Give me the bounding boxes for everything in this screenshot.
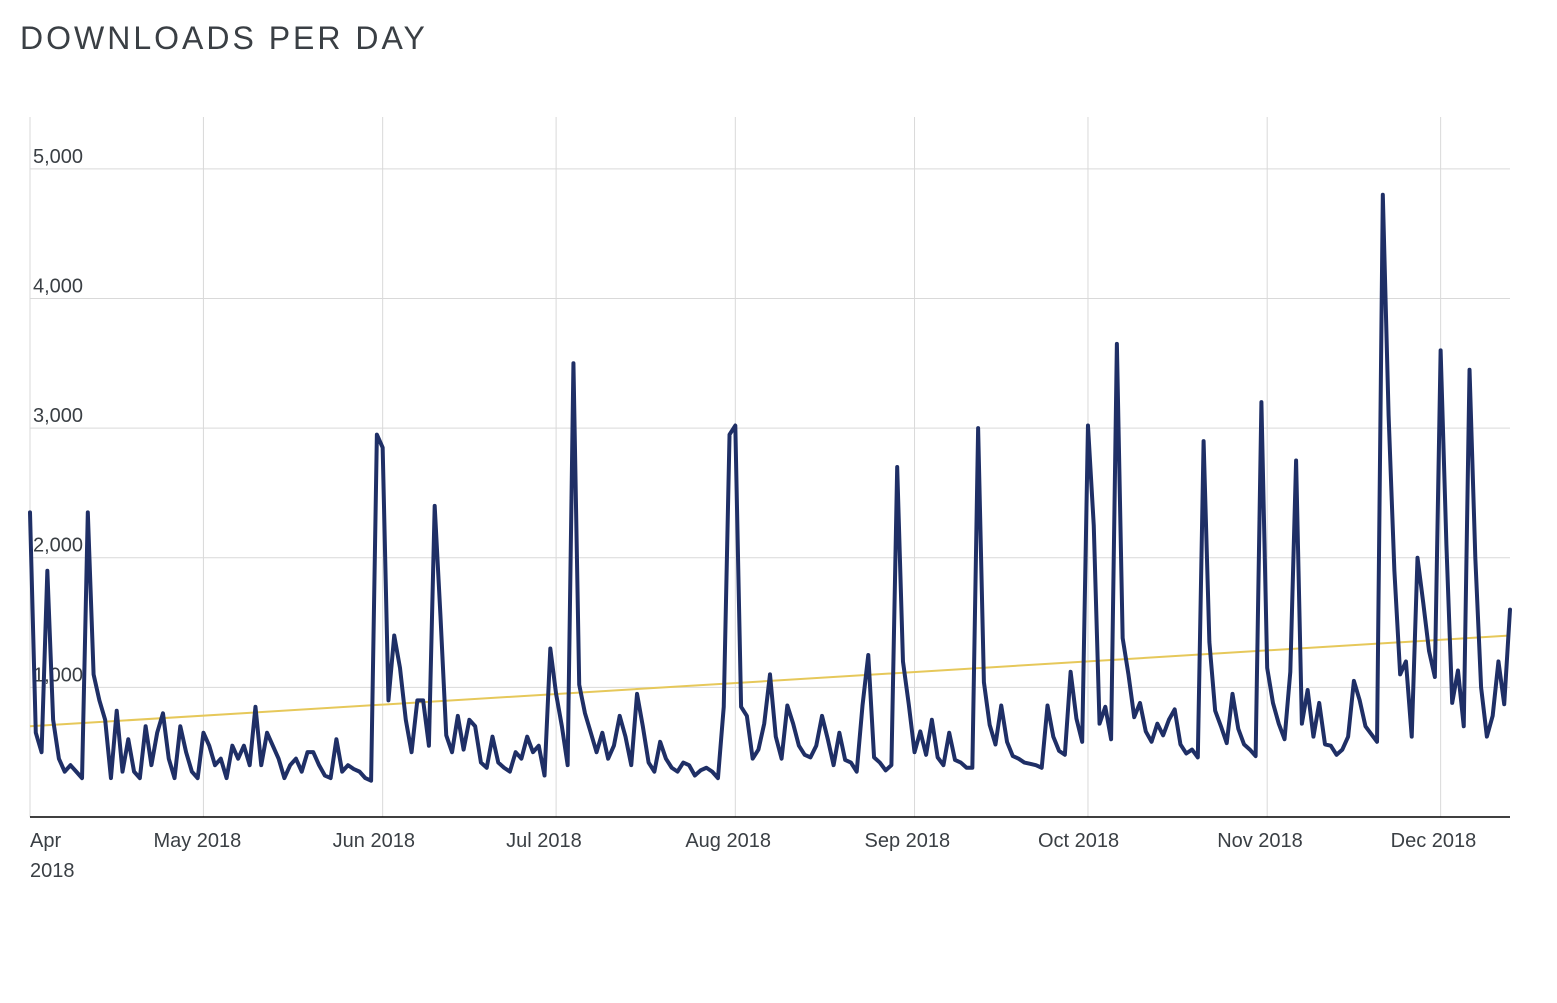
downloads-series <box>30 195 1510 781</box>
x-tick-label: Sep 2018 <box>865 830 951 852</box>
x-tick-label: Dec 2018 <box>1391 830 1477 852</box>
x-tick-label: Aug 2018 <box>685 830 771 852</box>
x-tick-label: Nov 2018 <box>1217 830 1303 852</box>
y-tick-label: 5,000 <box>33 146 83 168</box>
x-tick-label: Jun 2018 <box>333 830 415 852</box>
y-tick-label: 4,000 <box>33 275 83 297</box>
x-tick-label: 2018 <box>30 860 75 882</box>
x-tick-label: Apr <box>30 830 61 852</box>
y-tick-label: 2,000 <box>33 535 83 557</box>
x-tick-label: May 2018 <box>153 830 241 852</box>
y-tick-label: 3,000 <box>33 405 83 427</box>
chart-title: DOWNLOADS PER DAY <box>20 20 1537 57</box>
y-tick-label: 1,000 <box>33 664 83 686</box>
x-tick-label: Oct 2018 <box>1038 830 1119 852</box>
downloads-chart: 1,000 2,000 3,000 4,000 5,000 Apr 2018 May 2018… <box>20 117 1520 907</box>
x-tick-label: Jul 2018 <box>506 830 582 852</box>
